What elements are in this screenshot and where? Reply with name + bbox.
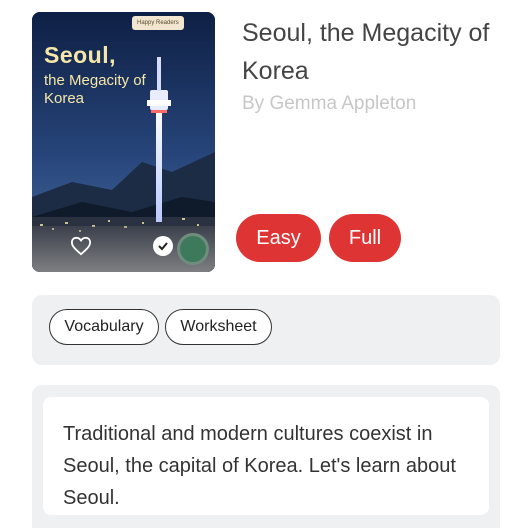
heart-outline-icon <box>70 236 92 256</box>
favorite-heart-icon[interactable] <box>69 234 93 258</box>
completed-check-icon[interactable] <box>153 236 173 256</box>
worksheet-chip[interactable]: Worksheet <box>165 309 272 345</box>
checkmark-icon <box>158 242 168 251</box>
cover-subtitle: the Megacity of Korea <box>44 72 146 107</box>
cover-brand-badge: Happy Readers <box>132 16 184 30</box>
status-indicator <box>177 233 209 265</box>
description-panel: Traditional and modern cultures coexist … <box>32 385 500 528</box>
description-card: Traditional and modern cultures coexist … <box>43 397 489 515</box>
cover-title: Seoul, <box>44 42 117 68</box>
book-title: Seoul, the Megacity of Korea <box>242 19 490 85</box>
book-author: By Gemma Appleton <box>242 93 417 114</box>
book-description: Traditional and modern cultures coexist … <box>63 423 456 509</box>
full-level-button[interactable]: Full <box>329 214 401 262</box>
easy-level-button[interactable]: Easy <box>236 214 321 262</box>
vocabulary-chip[interactable]: Vocabulary <box>49 309 159 345</box>
resources-panel: Vocabulary Worksheet <box>32 295 500 365</box>
